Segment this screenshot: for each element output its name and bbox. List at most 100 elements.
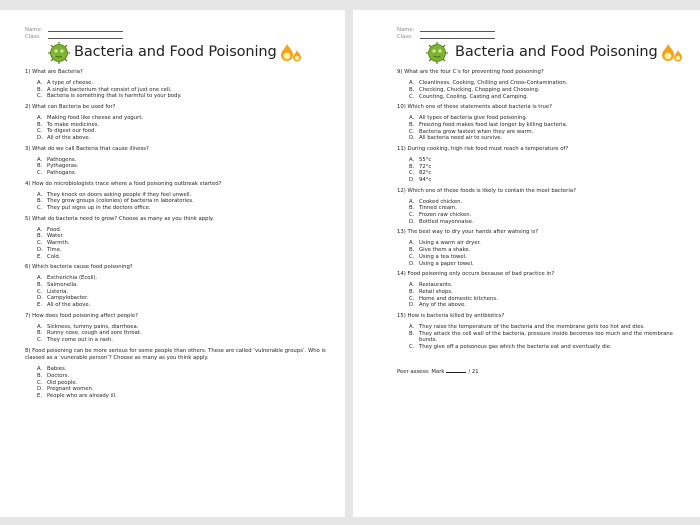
answer-option[interactable]: D. Using a paper towel. bbox=[409, 261, 690, 268]
answer-option[interactable]: B. Give them a shake. bbox=[409, 247, 690, 254]
answer-option[interactable]: A. Pathogens. bbox=[37, 157, 335, 164]
answer-option[interactable]: B. Salmonella. bbox=[37, 282, 335, 289]
answer-option[interactable]: C. Pathogans. bbox=[37, 170, 335, 177]
option-text: Using a tea towel. bbox=[419, 253, 467, 260]
answer-option[interactable]: C. Old people. bbox=[37, 380, 335, 387]
answer-option[interactable]: C. Listeria. bbox=[37, 289, 335, 296]
worksheet-title: Bacteria and Food Poisoning bbox=[455, 44, 658, 61]
answer-option[interactable]: A. 55°c bbox=[409, 157, 690, 164]
bacteria-icon bbox=[48, 42, 70, 65]
option-text: To digest our food. bbox=[47, 128, 97, 135]
option-letter: C. bbox=[409, 170, 415, 177]
option-letter: A. bbox=[409, 156, 415, 163]
answer-option[interactable]: C. They put signs up in the doctors offic… bbox=[37, 205, 335, 212]
option-text: They knock on doors asking people if the… bbox=[47, 191, 192, 198]
option-text: Any of the above. bbox=[419, 302, 466, 309]
question: 15) How is bacteria killed by antibiotic… bbox=[397, 313, 690, 351]
answer-options: A. Babies. B. Doctors. C. Old people. D. Pregna… bbox=[25, 366, 335, 400]
option-letter: B. bbox=[409, 288, 415, 295]
answer-option[interactable]: A. They knock on doors asking people if t… bbox=[37, 192, 335, 199]
question: 10) Which one of these statements about … bbox=[397, 104, 690, 142]
answer-options: A. Sickness, tummy pains, diarrhoea. B. Run… bbox=[25, 324, 335, 344]
answer-option[interactable]: A. Cleanliness, Cooking, Chilling and Cro… bbox=[409, 80, 690, 87]
option-letter: C. bbox=[37, 205, 43, 212]
answer-option[interactable]: A. All types of bacteria give food poison… bbox=[409, 115, 690, 122]
option-text: Cold. bbox=[47, 253, 61, 260]
question-text: 7) How does food poisoning affect people… bbox=[25, 312, 138, 319]
worksheet-page-1: Name: Class: Bacteria and Food Poisoning bbox=[0, 10, 345, 517]
answer-option[interactable]: C. 82°c bbox=[409, 170, 690, 177]
answer-option[interactable]: B. To make medicines. bbox=[37, 122, 335, 129]
name-line[interactable] bbox=[420, 31, 496, 32]
mark-total: / 21 bbox=[468, 368, 479, 375]
question-text: 13) The best way to dry your hands after… bbox=[397, 229, 539, 236]
answer-option[interactable]: B. Pythagoras. bbox=[37, 163, 335, 170]
answer-option[interactable]: C. They give off a poisonous gas which th… bbox=[409, 344, 690, 351]
answer-option[interactable]: C. To digest our food. bbox=[37, 128, 335, 135]
answer-option[interactable]: A. Escherichia (Ecoli). bbox=[37, 275, 335, 282]
answer-option[interactable]: A. They raise the temperature of the bact… bbox=[409, 324, 690, 331]
option-letter: A. bbox=[37, 323, 43, 330]
question: 12) Which one of these foods is likely t… bbox=[397, 188, 690, 226]
question: 6) Which bacteria cause food poisoning? A… bbox=[25, 264, 335, 309]
mark-blank[interactable] bbox=[446, 371, 467, 373]
answer-option[interactable]: D. Time. bbox=[37, 247, 335, 254]
answer-option[interactable]: C. Counting, Cooling, Casting and Camping… bbox=[409, 94, 690, 101]
answer-option[interactable]: B. Doctors. bbox=[37, 373, 335, 380]
answer-option[interactable]: D. Pregnant women. bbox=[37, 386, 335, 393]
question: 5) What do bacteria need to grow? Choose… bbox=[25, 216, 335, 261]
answer-option[interactable]: B. Runny nose, cough and sore throat. bbox=[37, 330, 335, 337]
option-letter: B. bbox=[37, 281, 43, 288]
answer-option[interactable]: C. Frozen raw chicken. bbox=[409, 212, 690, 219]
option-letter: B. bbox=[37, 330, 43, 337]
answer-option[interactable]: E. Cold. bbox=[37, 254, 335, 261]
answer-option[interactable]: A. Food. bbox=[37, 227, 335, 234]
answer-option[interactable]: B. Water. bbox=[37, 233, 335, 240]
option-text: Babies. bbox=[47, 366, 67, 373]
option-text: Time. bbox=[47, 246, 62, 253]
option-text: Pathogans. bbox=[47, 170, 77, 177]
answer-options: A. Making food like cheese and yogurt. B. T… bbox=[25, 115, 335, 142]
answer-option[interactable]: B. Freezing food makes food last longer b… bbox=[409, 122, 690, 129]
answer-option[interactable]: E. All of the above. bbox=[37, 302, 335, 309]
option-letter: C. bbox=[409, 128, 415, 135]
answer-option[interactable]: B. They grow groups (colonies) of bacteri… bbox=[37, 198, 335, 205]
answer-option[interactable]: B. Tinned cream. bbox=[409, 205, 690, 212]
class-line[interactable] bbox=[47, 37, 123, 39]
answer-option[interactable]: C. They come out in a rash. bbox=[37, 337, 335, 344]
answer-option[interactable]: A. Making food like cheese and yogurt. bbox=[37, 115, 335, 122]
answer-option[interactable]: D. Campylobacter. bbox=[37, 295, 335, 302]
class-line[interactable] bbox=[419, 37, 495, 39]
answer-option[interactable]: B. 72°c bbox=[409, 164, 690, 171]
answer-option[interactable]: A. Cooked chicken. bbox=[409, 199, 690, 206]
answer-options: A. Escherichia (Ecoli). B. Salmonella. C. Lis… bbox=[25, 275, 335, 309]
answer-option[interactable]: C. Home and domestic kitchens. bbox=[409, 296, 690, 303]
answer-option[interactable]: B. They attack the cell wall of the bacte… bbox=[409, 331, 690, 344]
option-text: They attack the cell wall of the bacteri… bbox=[419, 330, 673, 344]
answer-option[interactable]: C. Bacteria is something that is harmful … bbox=[37, 93, 335, 100]
answer-option[interactable]: C. Warmth. bbox=[37, 240, 335, 247]
answer-option[interactable]: D. Any of the above. bbox=[409, 302, 690, 309]
answer-option[interactable]: B. Checking, Chucking, Chopping and Choos… bbox=[409, 87, 690, 94]
answer-option[interactable]: B. A single bacterium that consist of jus… bbox=[37, 87, 335, 94]
answer-option[interactable]: C. Bacteria grow fastest when they are wa… bbox=[409, 129, 690, 136]
option-letter: A. bbox=[37, 115, 43, 122]
option-text: Salmonella. bbox=[47, 281, 78, 288]
option-text: Home and domestic kitchens. bbox=[419, 295, 498, 302]
answer-option[interactable]: C. Using a tea towel. bbox=[409, 254, 690, 261]
option-letter: A. bbox=[37, 156, 43, 163]
bacteria-icon bbox=[426, 42, 448, 65]
answer-option[interactable]: A. Babies. bbox=[37, 366, 335, 373]
option-letter: C. bbox=[37, 240, 43, 247]
answer-option[interactable]: D. All bacteria need air to survive. bbox=[409, 135, 690, 142]
answer-option[interactable]: A. Using a warm air dryer. bbox=[409, 240, 690, 247]
answer-option[interactable]: A. Restaurants. bbox=[409, 282, 690, 289]
name-line[interactable] bbox=[48, 31, 124, 32]
answer-option[interactable]: D. All of the above. bbox=[37, 135, 335, 142]
answer-option[interactable]: A. A type of cheese. bbox=[37, 80, 335, 87]
answer-option[interactable]: A. Sickness, tummy pains, diarrhoea. bbox=[37, 324, 335, 331]
answer-option[interactable]: B. Retail shops. bbox=[409, 289, 690, 296]
answer-option[interactable]: E. People who are already ill. bbox=[37, 393, 335, 400]
answer-option[interactable]: D. 94°c bbox=[409, 177, 690, 184]
answer-option[interactable]: D. Bottled mayonnaise. bbox=[409, 219, 690, 226]
